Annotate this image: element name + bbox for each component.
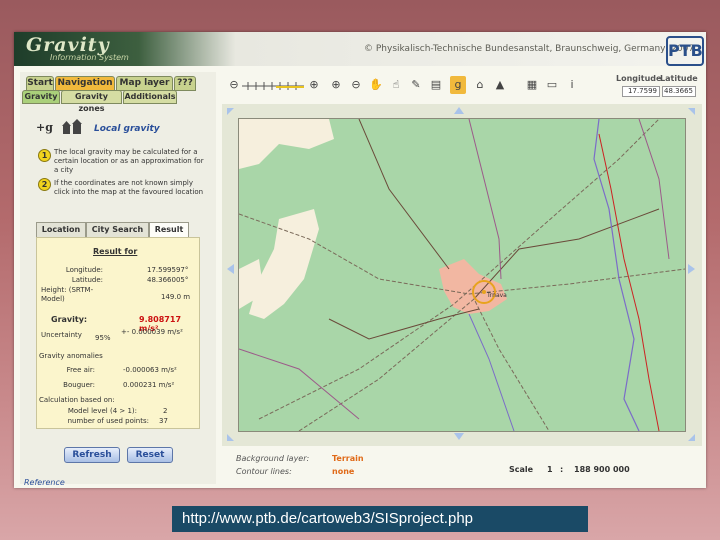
reset-button[interactable]: Reset (127, 447, 173, 463)
query-icon[interactable]: ☝ (388, 76, 404, 94)
model-level-value: 2 (163, 407, 168, 415)
longitude-label: Longitude: (65, 266, 103, 274)
print-icon[interactable]: ▦ (524, 76, 540, 94)
city-tool-icon[interactable]: ⌂ (472, 76, 488, 94)
pan-southwest-arrow[interactable] (227, 434, 234, 441)
step1-text: The local gravity may be calculated for … (54, 148, 204, 174)
gravity-label: Gravity: (51, 315, 88, 324)
longitude-value: 17.599597° (147, 266, 189, 274)
uncertainty-value: +- 0.000039 m/s² (121, 328, 183, 336)
city-icon (62, 119, 82, 134)
subtab-gravity[interactable]: Gravity (22, 90, 60, 104)
height-label: Height: (SRTM-Model) (41, 286, 94, 303)
g-icon: +g (36, 121, 53, 134)
step2-text: If the coordinates are not known simply … (54, 179, 204, 196)
pan-northeast-arrow[interactable] (688, 108, 695, 115)
zoom-out-slider-icon[interactable]: ⊖ (226, 76, 242, 94)
map-toolbar: ⊖ ⊕ ⊕ ⊖ ✋ ☝ ✎ ▤ g ⌂ ▲ ▦ ▭ i Longitude La… (224, 72, 702, 100)
app-logo-subtitle: Information System (50, 53, 129, 62)
latitude-label: Latitude: (71, 276, 103, 284)
info-icon[interactable]: i (564, 76, 580, 94)
tab-map-layer[interactable]: Map layer (116, 76, 173, 91)
tab-start[interactable]: Start (26, 76, 54, 91)
footer-url[interactable]: http://www.ptb.de/cartoweb3/SISproject.p… (172, 506, 588, 532)
reference-link[interactable]: Reference (24, 478, 65, 487)
freeair-value: -0.000063 m/s² (123, 366, 177, 374)
pan-east-arrow[interactable] (688, 264, 695, 274)
scale-prefix: 1 (547, 465, 553, 474)
step1-number: 1 (38, 149, 51, 162)
model-level-label: Model level (4 > 1): (67, 407, 137, 415)
pan-southeast-arrow[interactable] (688, 434, 695, 441)
export-icon[interactable]: ▭ (544, 76, 560, 94)
zoom-out-icon[interactable]: ⊖ (348, 76, 364, 94)
tab-location[interactable]: Location (36, 222, 86, 238)
application-window: Gravity Information System © Physikalisc… (14, 32, 706, 488)
zoom-in-icon[interactable]: ⊕ (328, 76, 344, 94)
layers-icon[interactable]: ▤ (428, 76, 444, 94)
background-layer-value: Terrain (332, 454, 364, 463)
contour-lines-label: Contour lines: (236, 467, 292, 476)
pan-icon[interactable]: ✋ (368, 76, 384, 94)
header-banner: Gravity Information System © Physikalisc… (14, 32, 706, 66)
used-points-label: number of used points: (67, 417, 149, 425)
bouguer-label: Bouguer: (63, 381, 95, 389)
pan-northwest-arrow[interactable] (227, 108, 234, 115)
zoom-in-slider-icon[interactable]: ⊕ (306, 76, 322, 94)
height-value: 149.0 m (161, 293, 191, 301)
subtab-gravity-zones[interactable]: Gravity zones (61, 90, 122, 113)
latitude-value: 48.366005° (147, 276, 189, 284)
pan-north-arrow[interactable] (454, 107, 464, 114)
landscape-icon[interactable]: ▲ (492, 76, 508, 94)
tab-result[interactable]: Result (149, 222, 189, 238)
used-points-value: 37 (159, 417, 168, 425)
latitude-readout: 48.3665 (662, 86, 696, 97)
uncertainty-label: Uncertainty (41, 331, 82, 339)
anomalies-heading: Gravity anomalies (39, 352, 103, 360)
scale-value: 188 900 000 (574, 465, 630, 474)
local-gravity-title: Local gravity (94, 124, 160, 134)
copyright-text: © Physikalisch-Technische Bundesanstalt,… (364, 44, 695, 54)
gravity-tool-icon[interactable]: g (450, 76, 466, 94)
step2-number: 2 (38, 178, 51, 191)
map-canvas[interactable]: Trnava (238, 118, 686, 432)
measure-icon[interactable]: ✎ (408, 76, 424, 94)
calculation-heading: Calculation based on: (39, 396, 115, 404)
pan-west-arrow[interactable] (227, 264, 234, 274)
tab-help[interactable]: ??? (174, 76, 196, 91)
freeair-label: Free air: (66, 366, 95, 374)
bouguer-value: 0.000231 m/s² (123, 381, 175, 389)
subtab-additionals[interactable]: Additionals (123, 90, 177, 104)
tab-navigation[interactable]: Navigation (55, 76, 115, 91)
contour-lines-value: none (332, 467, 355, 476)
ptb-logo: PTB (666, 36, 704, 66)
scale-label: Scale (509, 465, 534, 474)
map-marker-label: Trnava (486, 292, 507, 299)
pan-south-arrow[interactable] (454, 433, 464, 440)
refresh-button[interactable]: Refresh (64, 447, 120, 463)
longitude-header: Longitude (616, 74, 662, 83)
result-panel: Result for Longitude: 17.599597° Latitud… (36, 237, 200, 429)
background-layer-label: Background layer: (236, 454, 310, 463)
result-heading: Result for (93, 247, 138, 256)
longitude-readout: 17.7599 (622, 86, 660, 97)
zoom-slider[interactable] (242, 78, 304, 94)
uncertainty-percent: 95% (95, 334, 111, 342)
latitude-header: Latitude (660, 74, 698, 83)
scale-separator: : (560, 465, 564, 474)
tab-city-search[interactable]: City Search (86, 222, 149, 238)
